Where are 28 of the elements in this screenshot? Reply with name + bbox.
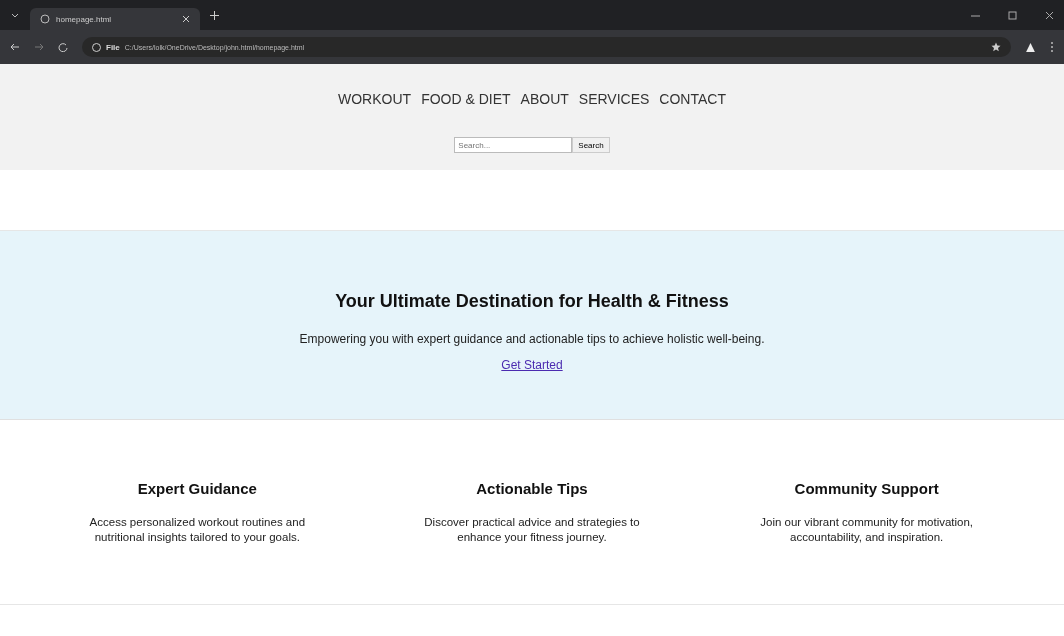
reload-icon[interactable]: [58, 42, 68, 52]
star-icon[interactable]: [991, 42, 1001, 52]
feature-title: Community Support: [794, 480, 939, 497]
file-label: File: [106, 42, 120, 52]
hero-title: Your Ultimate Destination for Health & Fitness: [335, 291, 729, 312]
nav-link[interactable]: CONTACT: [659, 91, 726, 107]
feature-text: Discover practical advice and strategies to enhance your fitness journey.: [423, 515, 641, 545]
tab-title: homepage.html: [56, 14, 113, 24]
forward-arrow-icon[interactable]: [34, 42, 44, 52]
feature-title: Actionable Tips: [476, 480, 588, 497]
nav-link[interactable]: ABOUT: [520, 91, 569, 107]
get-started-link[interactable]: Get Started: [501, 358, 563, 372]
hero-text: Empowering you with expert guidance and actionable tips to achieve holistic well-being.: [299, 332, 765, 346]
nav-link[interactable]: WORKOUT: [338, 91, 412, 107]
menu-icon[interactable]: [1050, 41, 1054, 53]
feature-text: Access personalized workout routines and nutritional insights tailored to your goals.: [88, 515, 307, 545]
plus-icon[interactable]: [210, 10, 219, 20]
nav-link[interactable]: FOOD & DIET: [421, 91, 511, 107]
back-arrow-icon[interactable]: [10, 42, 20, 52]
search-field[interactable]: Search...: [454, 137, 573, 153]
close-icon[interactable]: [182, 15, 190, 23]
feature-text: Join our vibrant community for motivation, accountability, and inspiration.: [759, 515, 975, 545]
close-icon[interactable]: [1045, 10, 1054, 20]
maximize-icon[interactable]: [1008, 10, 1017, 20]
nav-link[interactable]: SERVICES: [578, 91, 650, 107]
feature-title: Expert Guidance: [137, 480, 257, 497]
search-button[interactable]: Search: [572, 137, 610, 153]
browser-tab[interactable]: homepage.html: [30, 8, 200, 30]
